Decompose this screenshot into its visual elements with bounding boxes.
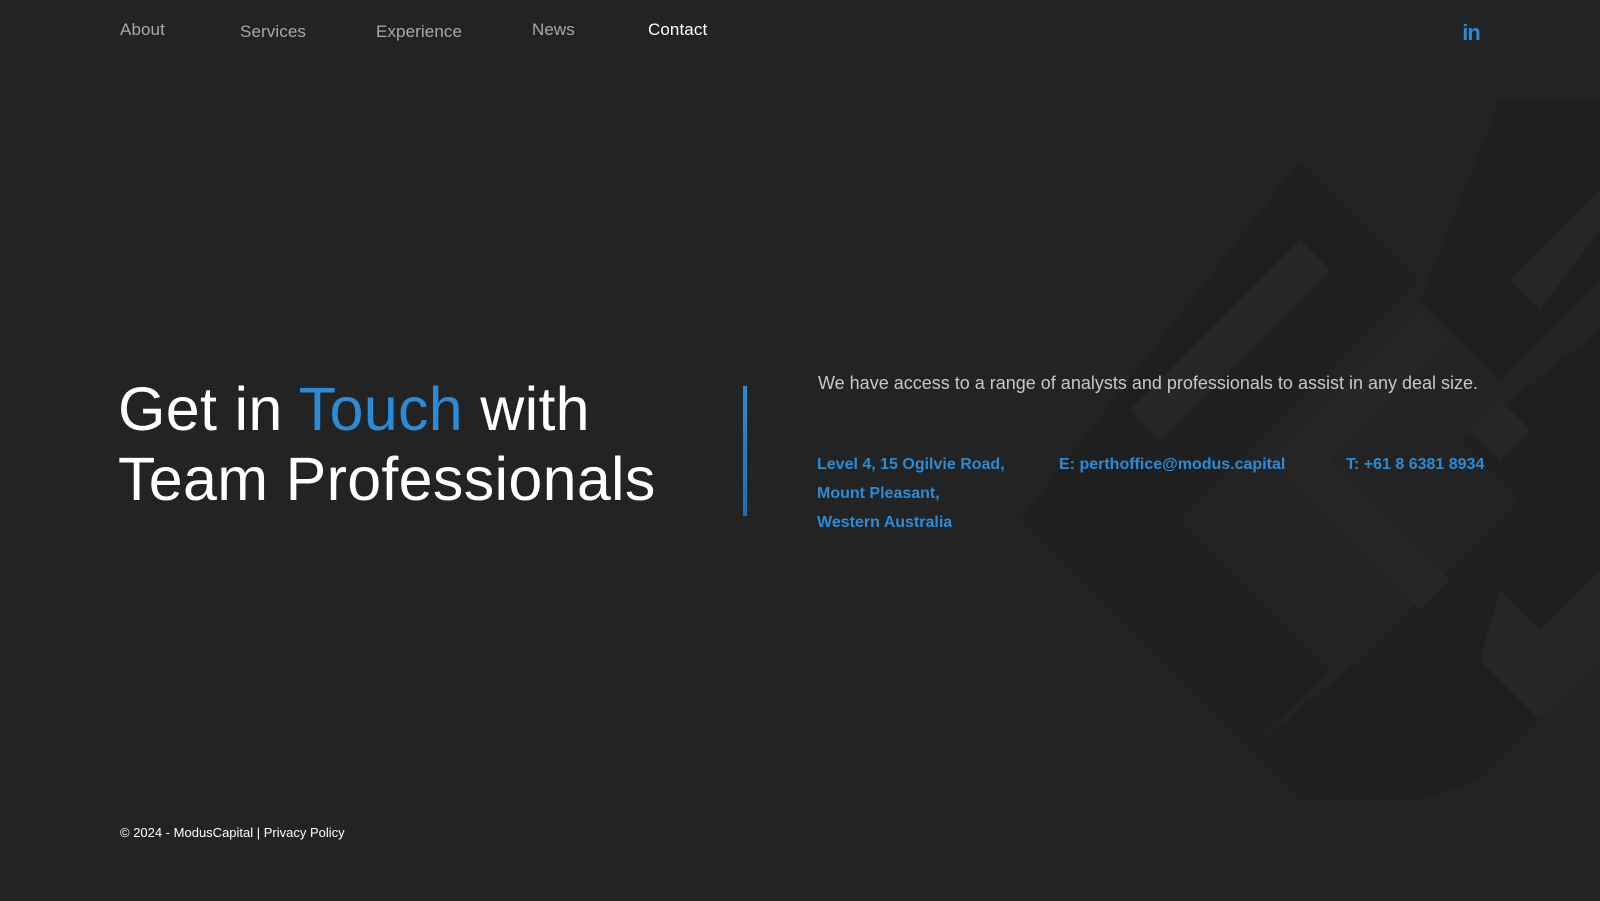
office-address: Level 4, 15 Ogilvie Road, Mount Pleasant… xyxy=(817,450,1005,537)
intro-text: We have access to a range of analysts an… xyxy=(818,373,1479,393)
title-accent: Touch xyxy=(298,375,463,443)
nav-experience[interactable]: Experience xyxy=(376,22,462,42)
linkedin-icon[interactable]: in xyxy=(1460,20,1482,45)
title-line-2: Team Professionals xyxy=(118,445,656,513)
nav-about[interactable]: About xyxy=(120,20,165,40)
nav-services[interactable]: Services xyxy=(240,22,306,42)
page-title: Get in Touch with Team Professionals xyxy=(118,374,656,514)
address-line: Level 4, 15 Ogilvie Road, xyxy=(817,456,1005,473)
contact-page: About Services Experience News Contact i… xyxy=(0,0,1600,901)
privacy-policy-link[interactable]: Privacy Policy xyxy=(264,825,345,840)
email-link[interactable]: E: perthoffice@modus.capital xyxy=(1059,450,1285,479)
copyright-text: © 2024 - ModusCapital | xyxy=(120,825,264,840)
title-part-2: with xyxy=(480,375,590,443)
nav-contact[interactable]: Contact xyxy=(648,20,707,40)
address-line: Western Australia xyxy=(817,514,953,531)
title-part-1: Get in xyxy=(118,375,283,443)
vertical-divider xyxy=(743,386,747,516)
footer: © 2024 - ModusCapital | Privacy Policy xyxy=(120,825,345,840)
phone-link[interactable]: T: +61 8 6381 8934 xyxy=(1346,450,1484,479)
nav-news[interactable]: News xyxy=(532,20,575,40)
address-line: Mount Pleasant, xyxy=(817,485,940,502)
title-line-1: Get in Touch with xyxy=(118,374,656,444)
